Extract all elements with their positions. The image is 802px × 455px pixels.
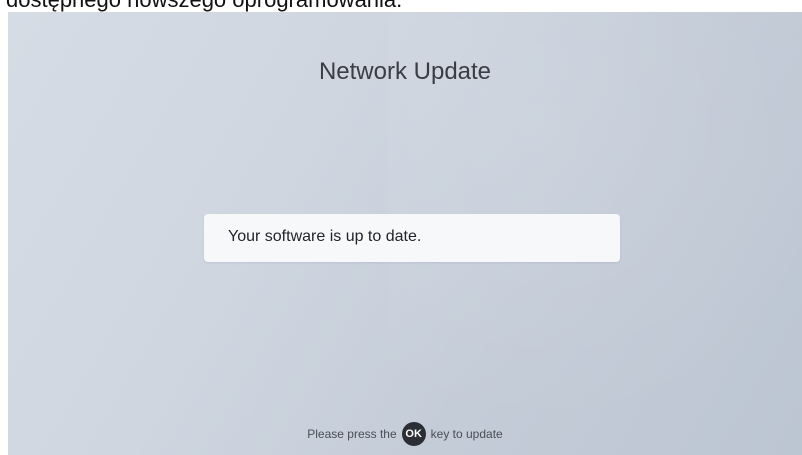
page: dostępnego nowszego oprogramowania. Netw… bbox=[0, 0, 802, 455]
tv-screen: Network Update Your software is up to da… bbox=[8, 12, 802, 455]
caption-text: dostępnego nowszego oprogramowania. bbox=[0, 0, 802, 12]
update-hint: Please press the OK key to update bbox=[8, 422, 802, 446]
status-message-box: Your software is up to date. bbox=[204, 214, 620, 262]
ok-key-icon: OK bbox=[401, 422, 426, 446]
status-message: Your software is up to date. bbox=[228, 228, 422, 245]
hint-prefix: Please press the bbox=[307, 427, 397, 441]
hint-suffix: key to update bbox=[430, 427, 503, 441]
page-title: Network Update bbox=[318, 58, 492, 85]
